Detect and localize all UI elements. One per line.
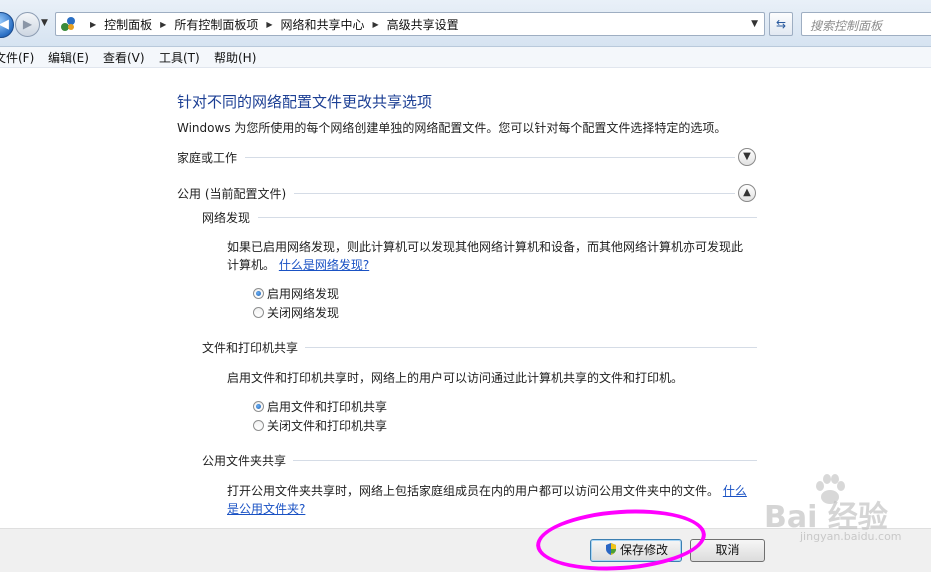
section-title-network-discovery: 网络发现 — [202, 211, 251, 225]
cancel-button[interactable]: 取消 — [690, 539, 765, 562]
radio-disable-network-discovery[interactable]: 关闭网络发现 — [253, 304, 339, 320]
page-title: 针对不同的网络配置文件更改共享选项 — [177, 93, 433, 111]
description-text: 打开公用文件夹共享时，网络上包括家庭组成员在内的用户都可以访问公用文件夹中的文件… — [227, 484, 720, 498]
breadcrumb-item-control-panel[interactable]: 控制面板 — [104, 16, 152, 33]
radio-unselected-icon[interactable] — [253, 419, 264, 431]
refresh-icon: ⇆ — [775, 17, 787, 31]
breadcrumb-item-network-center[interactable]: 网络和共享中心 — [281, 16, 365, 33]
breadcrumb-item-advanced-sharing[interactable]: 高级共享设置 — [387, 16, 459, 33]
radio-label[interactable]: 启用文件和打印机共享 — [267, 398, 387, 415]
search-input[interactable]: 搜索控制面板 — [801, 12, 931, 36]
description-text: 计算机。 — [227, 258, 276, 272]
chevron-up-icon: ▲ — [743, 187, 751, 198]
uac-shield-icon — [605, 543, 616, 555]
arrow-right-icon: ▶ — [22, 17, 33, 31]
section-title-file-printer-sharing: 文件和打印机共享 — [202, 341, 299, 355]
what-is-network-discovery-link[interactable]: 什么是网络发现? — [279, 258, 369, 272]
recent-pages-dropdown-icon[interactable]: ▼ — [41, 18, 48, 28]
address-bar: ◀ ▶ ▼ ▶ 控制面板 ▶ 所有控制面板项 ▶ 网络和共享中心 ▶ 高级共享设… — [0, 0, 931, 47]
network-discovery-description: 如果已启用网络发现，则此计算机可以发现其他网络计算机和设备，而其他网络计算机亦可… — [227, 238, 767, 274]
page-description: Windows 为您所使用的每个网络创建单独的网络配置文件。您可以针对每个配置文… — [177, 121, 727, 135]
chevron-right-icon[interactable]: ▶ — [373, 20, 379, 29]
chevron-down-icon[interactable]: ▼ — [751, 19, 758, 29]
radio-selected-icon[interactable] — [253, 287, 264, 299]
menu-help[interactable]: 帮助(H) — [214, 49, 256, 66]
chevron-right-icon[interactable]: ▶ — [160, 20, 166, 29]
chevron-down-icon: ▼ — [743, 151, 751, 162]
breadcrumb[interactable]: ▶ 控制面板 ▶ 所有控制面板项 ▶ 网络和共享中心 ▶ 高级共享设置 ▼ — [55, 12, 765, 36]
save-changes-button[interactable]: 保存修改 — [590, 539, 682, 562]
menu-edit[interactable]: 编辑(E) — [48, 49, 89, 66]
profile-home-work[interactable]: 家庭或工作 ▼ — [177, 147, 757, 169]
what-is-public-folder-link-continued[interactable]: 是公用文件夹? — [227, 502, 305, 516]
radio-disable-file-printer-sharing[interactable]: 关闭文件和打印机共享 — [253, 417, 387, 433]
chevron-right-icon[interactable]: ▶ — [266, 20, 272, 29]
forward-button[interactable]: ▶ — [15, 12, 40, 37]
what-is-public-folder-link[interactable]: 什么 — [723, 484, 747, 498]
profile-public[interactable]: 公用 (当前配置文件) ▲ — [177, 183, 757, 205]
footer-bar: 保存修改 取消 — [0, 528, 931, 572]
radio-unselected-icon[interactable] — [253, 306, 264, 318]
breadcrumb-item-all-items[interactable]: 所有控制面板项 — [174, 16, 258, 33]
menu-tools[interactable]: 工具(T) — [159, 49, 200, 66]
radio-enable-file-printer-sharing[interactable]: 启用文件和打印机共享 — [253, 398, 387, 414]
divider — [305, 347, 757, 348]
profile-title: 公用 (当前配置文件) — [177, 185, 295, 202]
description-line: 是公用文件夹? — [227, 500, 767, 518]
arrow-left-icon: ◀ — [0, 17, 13, 32]
public-folder-sharing-description: 打开公用文件夹共享时，网络上包括家庭组成员在内的用户都可以访问公用文件夹中的文件… — [227, 482, 767, 518]
expand-button[interactable]: ▼ — [738, 148, 756, 166]
main-content: 针对不同的网络配置文件更改共享选项 Windows 为您所使用的每个网络创建单独… — [0, 68, 931, 528]
network-icon — [61, 17, 75, 31]
save-changes-label: 保存修改 — [619, 543, 668, 557]
divider — [177, 157, 735, 158]
divider — [258, 217, 757, 218]
radio-label[interactable]: 启用网络发现 — [267, 285, 339, 302]
section-title-public-folder-sharing: 公用文件夹共享 — [202, 454, 287, 468]
radio-label[interactable]: 关闭网络发现 — [267, 304, 339, 321]
description-line: 如果已启用网络发现，则此计算机可以发现其他网络计算机和设备，而其他网络计算机亦可… — [227, 240, 744, 254]
description-line: 打开公用文件夹共享时，网络上包括家庭组成员在内的用户都可以访问公用文件夹中的文件… — [227, 482, 767, 500]
file-printer-sharing-description: 启用文件和打印机共享时，网络上的用户可以访问通过此计算机共享的文件和打印机。 — [227, 371, 684, 385]
radio-enable-network-discovery[interactable]: 启用网络发现 — [253, 285, 339, 301]
radio-label[interactable]: 关闭文件和打印机共享 — [267, 417, 387, 434]
menu-view[interactable]: 查看(V) — [103, 49, 145, 66]
profile-title: 家庭或工作 — [177, 149, 246, 166]
collapse-button[interactable]: ▲ — [738, 184, 756, 202]
refresh-button[interactable]: ⇆ — [769, 12, 793, 36]
menu-bar: 文件(F) 编辑(E) 查看(V) 工具(T) 帮助(H) — [0, 47, 931, 68]
divider — [293, 460, 757, 461]
chevron-right-icon: ▶ — [90, 19, 97, 29]
back-button[interactable]: ◀ — [0, 12, 14, 38]
description-line: 计算机。 什么是网络发现? — [227, 256, 767, 274]
radio-selected-icon[interactable] — [253, 400, 264, 412]
menu-file[interactable]: 文件(F) — [0, 49, 34, 66]
